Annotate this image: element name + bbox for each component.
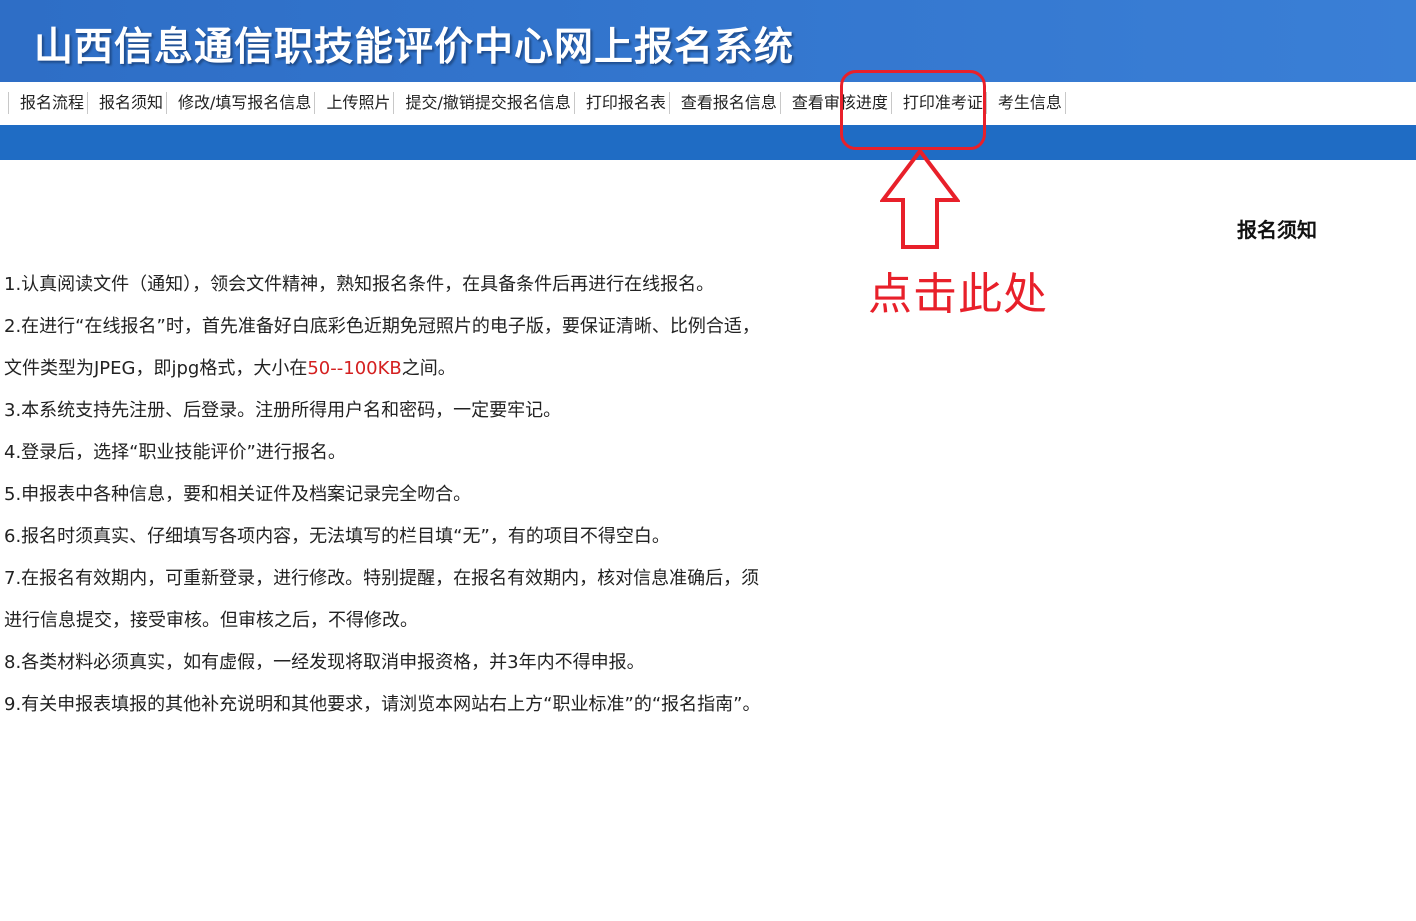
notice-item: 9.有关申报表填报的其他补充说明和其他要求，请浏览本网站右上方“职业标准”的“报… — [4, 694, 761, 715]
notice-item: 7.在报名有效期内，可重新登录，进行修改。特别提醒，在报名有效期内，核对信息准确… — [4, 568, 760, 631]
nav-item-view-registration-info[interactable]: 查看报名信息 — [668, 92, 780, 114]
notice-item-text-end: 之间。 — [401, 358, 456, 379]
notice-item: 6.报名时须真实、仔细填写各项内容，无法填写的栏目填“无”，有的项目不得空白。 — [4, 526, 670, 547]
nav-bar: 报名流程 报名须知 修改/填写报名信息 上传照片 提交/撤销提交报名信息 打印报… — [0, 82, 1416, 125]
site-title: 山西信息通信职技能评价中心网上报名系统 — [34, 25, 795, 70]
up-arrow-icon — [880, 148, 960, 249]
nav-item-registration-process[interactable]: 报名流程 — [8, 92, 87, 114]
nav-item-upload-photo[interactable]: 上传照片 — [314, 92, 393, 114]
nav-item-registration-notice[interactable]: 报名须知 — [87, 92, 166, 114]
notice-item: 5.申报表中各种信息，要和相关证件及档案记录完全吻合。 — [4, 484, 472, 505]
header-banner: 山西信息通信职技能评价中心网上报名系统 — [0, 0, 1416, 82]
nav-item-candidate-info[interactable]: 考生信息 — [985, 92, 1066, 114]
notice-heading: 报名须知 — [1237, 218, 1317, 242]
notice-item: 8.各类材料必须真实，如有虚假，一经发现将取消申报资格，并3年内不得申报。 — [4, 652, 645, 673]
notice-item: 3.本系统支持先注册、后登录。注册所得用户名和密码，一定要牢记。 — [4, 400, 562, 421]
notice-item: 4.登录后，选择“职业技能评价”进行报名。 — [4, 442, 346, 463]
nav-item-print-registration-form[interactable]: 打印报名表 — [573, 92, 669, 114]
notice-content: 1.认真阅读文件（通知），领会文件精神，熟知报名条件，在具备条件后再进行在线报名… — [4, 264, 774, 726]
page: 山西信息通信职技能评价中心网上报名系统 报名流程 报名须知 修改/填写报名信息 … — [0, 0, 1416, 921]
notice-item: 2.在进行“在线报名”时，首先准备好白底彩色近期免冠照片的电子版，要保证清晰、比… — [4, 306, 774, 390]
photo-size-range: 50--100KB — [307, 358, 402, 379]
nav-item-edit-registration-info[interactable]: 修改/填写报名信息 — [166, 92, 314, 114]
highlight-box — [840, 70, 986, 150]
nav-item-submit-withdraw-registration[interactable]: 提交/撤销提交报名信息 — [393, 92, 573, 114]
notice-item: 1.认真阅读文件（通知），领会文件精神，熟知报名条件，在具备条件后再进行在线报名… — [4, 274, 715, 295]
blue-divider-bar — [0, 125, 1416, 160]
click-here-annotation: 点击此处 — [868, 269, 1048, 320]
